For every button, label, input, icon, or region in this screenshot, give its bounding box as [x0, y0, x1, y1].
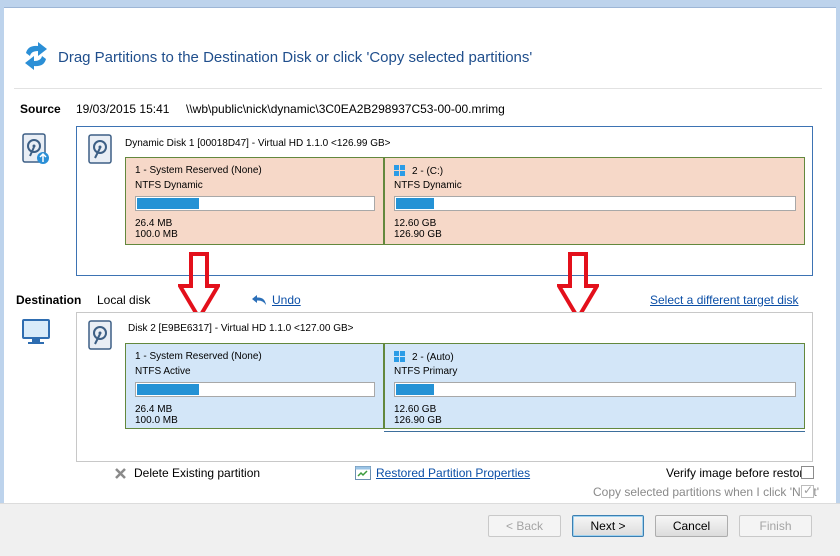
select-target-disk-link[interactable]: Select a different target disk	[650, 293, 799, 307]
button-bar: < Back Next > Cancel Finish	[0, 503, 840, 556]
partition-used: 26.4 MB	[135, 404, 173, 415]
usage-bar	[394, 196, 796, 211]
properties-icon	[355, 466, 371, 480]
delete-x-icon	[115, 468, 126, 479]
windows-logo-icon	[394, 165, 406, 177]
destination-disk-panel: Disk 2 [E9BE6317] - Virtual HD 1.1.0 <12…	[76, 312, 813, 462]
refresh-arrows-icon	[25, 42, 47, 70]
partition-used: 12.60 GB	[394, 404, 437, 415]
restored-partition-properties-link[interactable]: Restored Partition Properties	[376, 466, 530, 480]
usage-fill	[137, 198, 200, 209]
undo-icon[interactable]	[251, 293, 268, 307]
partition-fs: NTFS Dynamic	[394, 180, 462, 191]
source-image-icon	[22, 133, 49, 164]
usage-bar	[135, 382, 375, 397]
partition-name: 1 - System Reserved (None)	[135, 351, 262, 362]
window-frame-right	[836, 0, 840, 556]
hard-disk-icon	[88, 134, 112, 164]
partition-used: 12.60 GB	[394, 218, 437, 229]
usage-bar	[394, 382, 796, 397]
next-button[interactable]: Next >	[572, 515, 644, 537]
usage-fill	[396, 384, 434, 395]
source-partition-2[interactable]: 2 - (C:) NTFS Dynamic 12.60 GB 126.90 GB	[384, 157, 805, 245]
source-partition-1[interactable]: 1 - System Reserved (None) NTFS Dynamic …	[125, 157, 384, 245]
partition-total: 100.0 MB	[135, 415, 178, 426]
source-path: \\wb\public\nick\dynamic\3C0EA2B298937C5…	[186, 102, 505, 116]
partition-fs: NTFS Primary	[394, 366, 458, 377]
header-divider	[14, 88, 822, 89]
copy-selected-label: Copy selected partitions when I click 'N…	[593, 485, 820, 499]
destination-partition-2[interactable]: 2 - (Auto) NTFS Primary 12.60 GB 126.90 …	[384, 343, 805, 429]
partition-underline	[384, 431, 805, 432]
partition-total: 126.90 GB	[394, 229, 442, 240]
cancel-button[interactable]: Cancel	[655, 515, 728, 537]
destination-disk-title: Disk 2 [E9BE6317] - Virtual HD 1.1.0 <12…	[128, 323, 354, 334]
source-disk-title: Dynamic Disk 1 [00018D47] - Virtual HD 1…	[125, 138, 391, 149]
partition-name: 1 - System Reserved (None)	[135, 165, 262, 176]
undo-link[interactable]: Undo	[272, 293, 301, 307]
destination-label: Destination	[16, 293, 82, 307]
partition-fs: NTFS Active	[135, 366, 191, 377]
partition-name: 2 - (C:)	[412, 165, 444, 177]
windows-logo-icon	[394, 351, 406, 363]
destination-partition-1[interactable]: 1 - System Reserved (None) NTFS Active 2…	[125, 343, 384, 429]
verify-image-label: Verify image before restore	[666, 466, 811, 480]
back-button[interactable]: < Back	[488, 515, 561, 537]
source-date: 19/03/2015 15:41	[76, 102, 170, 116]
usage-fill	[137, 384, 200, 395]
finish-button[interactable]: Finish	[739, 515, 812, 537]
partition-fs: NTFS Dynamic	[135, 180, 203, 191]
usage-fill	[396, 198, 434, 209]
usage-bar	[135, 196, 375, 211]
partition-total: 126.90 GB	[394, 415, 442, 426]
monitor-icon	[22, 319, 50, 344]
partition-used: 26.4 MB	[135, 218, 173, 229]
verify-image-checkbox[interactable]	[801, 466, 814, 479]
delete-existing-partition[interactable]: Delete Existing partition	[134, 466, 260, 480]
source-label: Source	[20, 102, 61, 116]
window-frame-top	[0, 0, 840, 8]
partition-total: 100.0 MB	[135, 229, 178, 240]
destination-disk-type: Local disk	[97, 293, 151, 307]
window-frame-left	[0, 0, 4, 556]
hard-disk-icon	[88, 320, 112, 350]
page-title: Drag Partitions to the Destination Disk …	[58, 49, 533, 66]
partition-name: 2 - (Auto)	[412, 351, 454, 363]
copy-selected-checkbox[interactable]	[801, 483, 814, 498]
